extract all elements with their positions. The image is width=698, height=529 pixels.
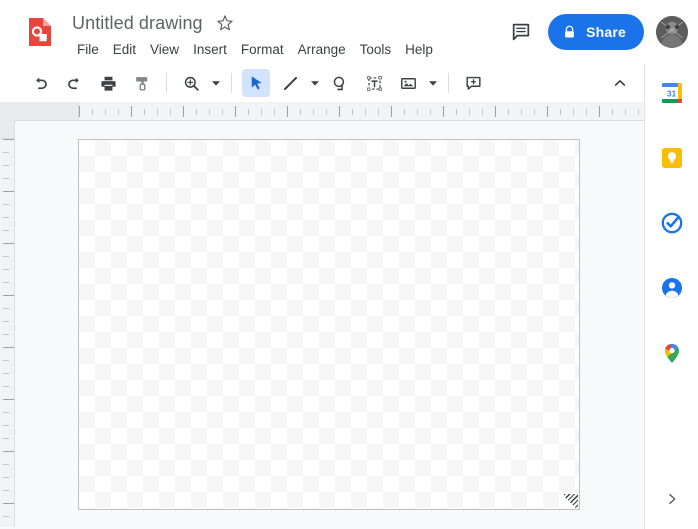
undo-icon[interactable]: [26, 69, 54, 97]
toolbar-separator: [448, 73, 449, 93]
menu-item-edit[interactable]: Edit: [106, 40, 143, 59]
toolbar-separator: [231, 73, 232, 93]
menu-item-format[interactable]: Format: [234, 40, 291, 59]
work-area: [0, 102, 644, 529]
google-apps-side-panel: 31: [644, 64, 698, 529]
shape-icon[interactable]: [326, 69, 354, 97]
ruler-vertical-ticks: [0, 139, 14, 529]
canvas-scroll-area[interactable]: [15, 121, 644, 529]
redo-icon[interactable]: [60, 69, 88, 97]
google-calendar-icon[interactable]: 31: [656, 77, 688, 109]
google-maps-icon[interactable]: [656, 337, 688, 369]
text-box-icon[interactable]: [360, 69, 388, 97]
zoom-dropdown-caret-icon[interactable]: [208, 69, 224, 97]
chevron-up-icon[interactable]: [606, 69, 634, 97]
ruler-vertical[interactable]: [0, 120, 15, 529]
lock-icon: [562, 25, 577, 40]
star-outline-icon[interactable]: [215, 13, 235, 33]
ruler-vertical-margin: [0, 120, 14, 139]
menu-bar: File Edit View Insert Format Arrange Too…: [72, 38, 440, 60]
menu-item-arrange[interactable]: Arrange: [291, 40, 353, 59]
share-button[interactable]: Share: [548, 14, 644, 50]
calendar-day-number: 31: [667, 88, 677, 98]
image-icon[interactable]: [394, 69, 422, 97]
ruler-horizontal[interactable]: [14, 102, 644, 121]
avatar[interactable]: [656, 16, 688, 48]
google-drawings-window: Untitled drawing File Edit View Insert F…: [0, 0, 698, 529]
header-actions: Share: [504, 12, 688, 52]
line-icon[interactable]: [276, 69, 304, 97]
comment-icon[interactable]: [504, 15, 538, 49]
menu-item-view[interactable]: View: [143, 40, 186, 59]
menu-item-file[interactable]: File: [72, 40, 106, 59]
cursor-arrow-icon[interactable]: [242, 69, 270, 97]
image-dropdown-caret-icon[interactable]: [425, 69, 441, 97]
chevron-right-icon[interactable]: [656, 483, 688, 515]
ruler-corner: [0, 102, 15, 121]
ruler-horizontal-margin: [14, 102, 79, 120]
app-header: Untitled drawing File Edit View Insert F…: [0, 0, 698, 64]
line-dropdown-caret-icon[interactable]: [307, 69, 323, 97]
print-icon[interactable]: [94, 69, 122, 97]
drawings-logo-icon[interactable]: [22, 14, 58, 50]
title-row: Untitled drawing: [72, 9, 235, 37]
resize-grip-icon[interactable]: [564, 494, 578, 508]
google-contacts-icon[interactable]: [656, 272, 688, 304]
main-toolbar: [0, 64, 698, 102]
google-tasks-icon[interactable]: [656, 207, 688, 239]
drawing-canvas[interactable]: [78, 139, 580, 510]
add-comment-icon[interactable]: [459, 69, 487, 97]
menu-item-tools[interactable]: Tools: [353, 40, 399, 59]
ruler-horizontal-ticks: [79, 102, 644, 120]
document-title[interactable]: Untitled drawing: [72, 13, 203, 34]
toolbar-separator: [166, 73, 167, 93]
zoom-in-icon[interactable]: [177, 69, 205, 97]
share-button-label: Share: [586, 24, 626, 40]
google-keep-icon[interactable]: [656, 142, 688, 174]
menu-item-insert[interactable]: Insert: [186, 40, 234, 59]
paint-format-icon[interactable]: [128, 69, 156, 97]
menu-item-help[interactable]: Help: [398, 40, 440, 59]
